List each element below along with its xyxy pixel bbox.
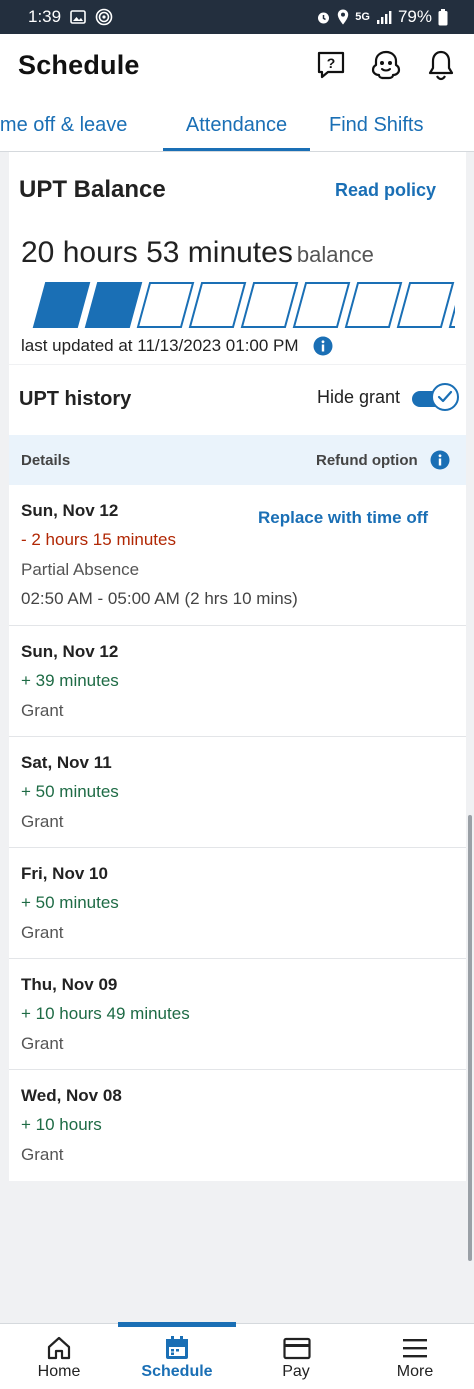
row-amount: + 50 minutes: [21, 893, 119, 912]
assistant-icon[interactable]: [370, 49, 402, 81]
history-row: Sun, Nov 12 - 2 hours 15 minutes Partial…: [9, 485, 466, 626]
nav-label: Home: [37, 1363, 81, 1380]
nav-label: More: [396, 1363, 434, 1380]
nav-label: Schedule: [141, 1363, 213, 1380]
balance-title: UPT Balance: [19, 176, 166, 203]
balance-segment-empty: [344, 282, 403, 328]
row-date: Sun, Nov 12: [21, 642, 119, 661]
status-bar: 1:39 5G 79%: [0, 0, 474, 34]
history-title: UPT history: [19, 388, 132, 410]
balance-amount: 20 hours 53 minutes balance: [21, 236, 374, 270]
battery-icon: [438, 8, 448, 25]
calendar-icon: [166, 1336, 188, 1359]
active-indicator: [118, 1322, 236, 1327]
app-header: Schedule ?: [0, 34, 474, 96]
network-type: 5G: [355, 11, 370, 23]
history-row: Sun, Nov 12 + 39 minutes Grant: [9, 626, 466, 737]
menu-icon: [403, 1339, 427, 1358]
info-icon[interactable]: [313, 336, 333, 356]
hide-grant-toggle[interactable]: [409, 383, 459, 413]
bottom-nav: Home Schedule Pay More: [0, 1322, 474, 1389]
history-row: Thu, Nov 09 + 10 hours 49 minutes Grant: [9, 959, 466, 1070]
tab-attendance[interactable]: Attendance: [163, 96, 310, 151]
balance-value: 20 hours 53 minutes: [21, 236, 293, 269]
location-icon: [338, 9, 349, 25]
row-amount: - 2 hours 15 minutes: [21, 530, 176, 549]
row-date: Fri, Nov 10: [21, 864, 108, 883]
nav-pay[interactable]: Pay: [237, 1324, 355, 1389]
row-date: Sat, Nov 11: [21, 753, 112, 772]
tab-time-off[interactable]: Time off & leave: [0, 96, 127, 151]
upt-history-card: UPT history Hide grant Details Refund op…: [9, 365, 466, 1181]
page-title: Schedule: [18, 49, 140, 80]
balance-segment-filled: [84, 282, 143, 328]
row-amount: + 50 minutes: [21, 782, 119, 801]
col-details: Details: [21, 452, 71, 469]
home-icon: [47, 1336, 71, 1360]
tab-bar: Time off & leave Attendance Find Shifts: [0, 96, 474, 152]
history-column-header: Details Refund option: [9, 435, 466, 485]
balance-segment-empty: [240, 282, 299, 328]
row-type: Partial Absence: [21, 560, 140, 579]
status-time: 1:39: [28, 7, 62, 26]
check-icon: [437, 390, 453, 403]
row-type: Grant: [21, 812, 64, 831]
battery-level: 79%: [397, 7, 432, 26]
balance-segment-filled: [32, 282, 91, 328]
row-type: Grant: [21, 701, 64, 720]
row-date: Sun, Nov 12: [21, 501, 119, 520]
hide-grant-label: Hide grant: [317, 387, 401, 407]
balance-suffix: balance: [296, 242, 374, 267]
balance-segment-empty: [136, 282, 195, 328]
nav-label: Pay: [282, 1363, 310, 1380]
signal-icon: [376, 10, 392, 24]
history-row: Fri, Nov 10 + 50 minutes Grant: [9, 848, 466, 959]
last-updated-text: last updated at 11/13/2023 01:00 PM: [21, 336, 299, 355]
toggle-knob: [431, 383, 459, 411]
last-updated: last updated at 11/13/2023 01:00 PM: [21, 336, 333, 356]
upt-balance-card: UPT Balance Read policy 20 hours 53 minu…: [9, 152, 466, 364]
row-date: Thu, Nov 09: [21, 975, 118, 994]
balance-progress-bar: [32, 282, 455, 328]
nav-home[interactable]: Home: [0, 1324, 118, 1389]
balance-segment-empty: [396, 282, 455, 328]
bell-icon[interactable]: [426, 49, 456, 81]
help-chat-icon[interactable]: ?: [316, 50, 346, 80]
scrollbar[interactable]: [468, 815, 472, 1261]
svg-text:?: ?: [327, 55, 336, 71]
alarm-icon: [318, 12, 330, 23]
nav-more[interactable]: More: [356, 1324, 474, 1389]
balance-segment-empty: [188, 282, 247, 328]
row-amount: + 10 hours 49 minutes: [21, 1004, 190, 1023]
history-row: Wed, Nov 08 + 10 hours Grant: [9, 1070, 466, 1181]
balance-segment-empty: [292, 282, 351, 328]
read-policy-link[interactable]: Read policy: [335, 180, 436, 201]
row-type: Grant: [21, 923, 64, 942]
row-date: Wed, Nov 08: [21, 1086, 122, 1105]
col-refund-option: Refund option: [316, 452, 418, 469]
tab-find-shifts[interactable]: Find Shifts: [329, 96, 423, 151]
nav-schedule[interactable]: Schedule: [118, 1322, 236, 1389]
image-notification-icon: [70, 10, 86, 24]
nfc-icon: [95, 8, 113, 26]
history-header: UPT history Hide grant: [9, 365, 466, 435]
row-time-range: 02:50 AM - 05:00 AM (2 hrs 10 mins): [21, 589, 298, 608]
row-type: Grant: [21, 1145, 64, 1164]
history-row: Sat, Nov 11 + 50 minutes Grant: [9, 737, 466, 848]
replace-with-time-off-link[interactable]: Replace with time off: [258, 508, 428, 528]
wallet-icon: [283, 1337, 311, 1360]
row-amount: + 10 hours: [21, 1115, 102, 1134]
info-icon[interactable]: [430, 450, 450, 470]
row-amount: + 39 minutes: [21, 671, 119, 690]
row-type: Grant: [21, 1034, 64, 1053]
